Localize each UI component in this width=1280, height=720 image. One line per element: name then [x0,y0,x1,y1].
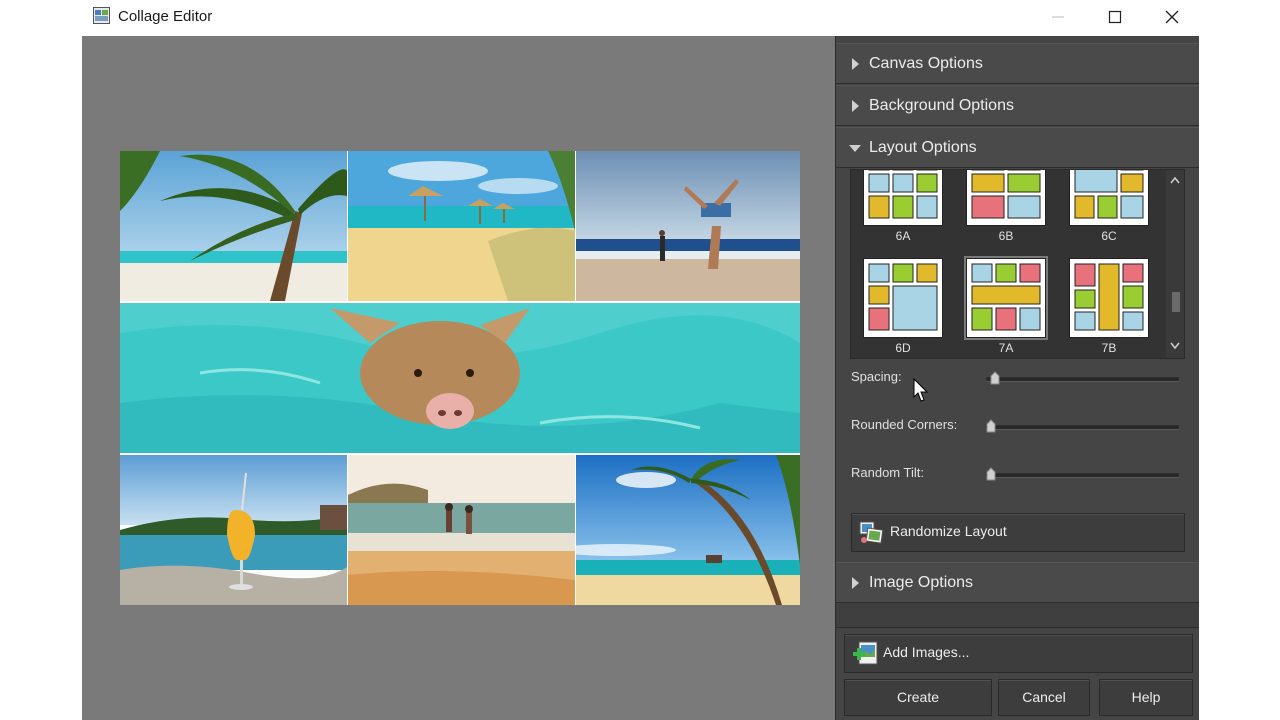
image-options-label: Image Options [869,574,974,591]
minimize-icon [1052,16,1064,18]
layout-label: 7A [998,341,1014,355]
tropical-drink-photo[interactable] [120,455,347,605]
background-options-label: Background Options [869,97,1014,114]
random-tilt-label: Random Tilt: [851,465,924,480]
collage-editor-window: Collage Editor Canvas Options Background… [82,0,1199,720]
layout-7b[interactable]: 7B [1069,258,1149,355]
collage-preview[interactable] [120,151,800,605]
spacing-label: Spacing: [851,369,902,384]
help-button[interactable]: Help [1099,679,1193,716]
layout-label: 7B [1101,341,1117,355]
layout-6a[interactable]: 6A [863,170,943,243]
randomize-icon [859,521,884,544]
randomize-layout-label: Randomize Layout [890,523,1007,539]
close-button[interactable] [1149,0,1195,34]
layout-label: 6A [895,229,911,243]
layout-thumbnail-selected [964,256,1048,340]
slider-handle-icon[interactable] [990,371,1000,385]
window-title: Collage Editor [118,8,213,25]
create-button[interactable]: Create [844,679,992,716]
add-images-button[interactable]: Add Images... [844,634,1193,673]
help-label: Help [1131,689,1161,705]
expand-right-icon [852,100,859,112]
minimize-button[interactable] [1035,0,1081,34]
scroll-up-icon[interactable] [1170,176,1180,184]
add-images-icon [853,641,878,665]
layout-label: 6B [998,229,1014,243]
create-label: Create [896,689,940,705]
mouse-cursor-icon [913,378,929,402]
scroll-down-icon[interactable] [1170,342,1180,350]
app-icon [93,7,110,24]
close-icon [1165,10,1179,24]
collapse-down-icon [849,145,861,152]
add-images-label: Add Images... [883,644,970,660]
layout-7a[interactable]: 7A [964,256,1048,355]
layout-thumbnail [1069,170,1149,226]
rounded-corners-slider[interactable] [986,419,1179,433]
cartwheel-beach-photo[interactable] [576,151,800,301]
leaning-palm-photo[interactable] [576,455,800,605]
slider-handle-icon[interactable] [986,419,996,433]
layout-6d[interactable]: 6D [863,258,943,355]
slider-handle-icon[interactable] [986,467,996,481]
panel-spacer [836,603,1199,628]
layout-thumbnail-list[interactable]: 6A 6B 6C 6D 7A 7B [850,169,1185,359]
maximize-icon [1108,10,1122,24]
canvas-options-label: Canvas Options [869,55,983,72]
layout-thumbnail [863,258,943,338]
random-tilt-slider[interactable] [986,467,1179,481]
swimming-pig-photo[interactable] [120,303,800,453]
palm-beach-photo[interactable] [120,151,347,301]
maximize-button[interactable] [1092,0,1138,34]
collage-canvas-area[interactable] [82,36,836,720]
cancel-button[interactable]: Cancel [998,679,1090,716]
cancel-label: Cancel [1022,689,1066,705]
layout-6b[interactable]: 6B [966,170,1046,243]
background-options-header[interactable]: Background Options [836,85,1199,126]
canvas-options-header[interactable]: Canvas Options [836,43,1199,84]
expand-right-icon [852,577,859,589]
couple-walking-photo[interactable] [348,455,575,605]
randomize-layout-button[interactable]: Randomize Layout [851,513,1185,552]
layout-thumbnail [966,170,1046,226]
rounded-corners-label: Rounded Corners: [851,417,958,432]
expand-right-icon [852,58,859,70]
layout-thumbnail [1069,258,1149,338]
spacing-slider[interactable] [986,371,1179,385]
layout-label: 6D [895,341,911,355]
layout-options-header[interactable]: Layout Options [836,127,1199,168]
layout-6c[interactable]: 6C [1069,170,1149,243]
title-bar: Collage Editor [82,0,1199,36]
layout-thumbnail [863,170,943,226]
image-options-header[interactable]: Image Options [836,562,1199,603]
layout-options-label: Layout Options [869,139,977,156]
layout-label: 6C [1101,229,1117,243]
umbrella-beach-photo[interactable] [348,151,575,301]
scrollbar-thumb[interactable] [1172,292,1180,312]
options-panel: Canvas Options Background Options Layout… [836,36,1199,720]
layout-list-scrollbar[interactable] [1166,170,1184,358]
